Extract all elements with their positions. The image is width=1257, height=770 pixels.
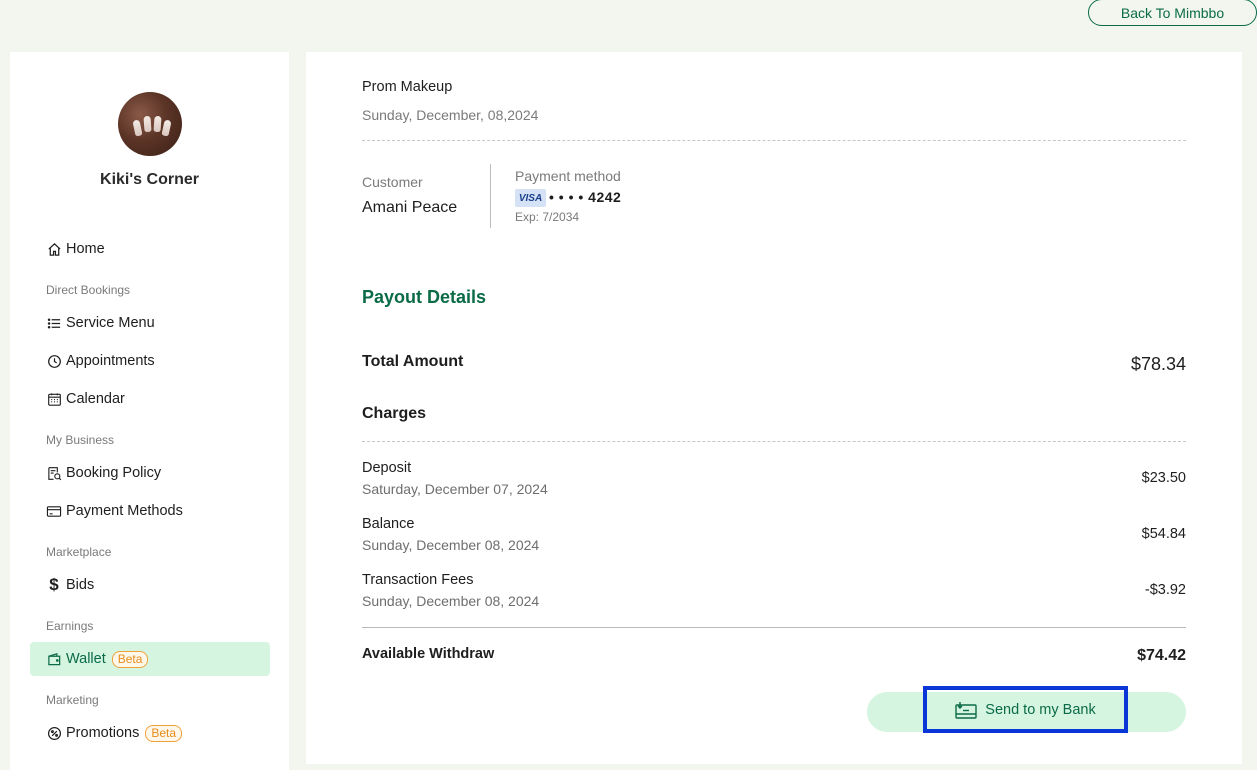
total-amount-label: Total Amount (362, 353, 464, 370)
sidebar: Kiki's Corner Home Direct Bookings Servi… (10, 52, 289, 770)
charges-label: Charges (362, 405, 427, 422)
sidebar-item-label: Wallet (66, 651, 106, 667)
send-to-bank-container: Send to my Bank (867, 686, 1186, 733)
sidebar-item-label: Appointments (66, 353, 155, 369)
beta-badge: Beta (145, 724, 183, 742)
service-title: Prom Makeup (362, 79, 453, 95)
promotion-icon (46, 725, 62, 741)
customer-name: Amani Peace (362, 199, 458, 216)
charge-name: Transaction Fees (362, 572, 474, 588)
list-icon (46, 315, 62, 331)
charge-date: Sunday, December 08, 2024 (362, 537, 540, 553)
sidebar-item-label: Promotions (66, 725, 140, 741)
service-date: Sunday, December, 08,2024 (362, 107, 539, 123)
section-earnings: Earnings (46, 619, 94, 633)
send-to-bank-label: Send to my Bank (985, 701, 1096, 718)
charge-amount: -$3.92 (1144, 582, 1186, 598)
back-to-mimbbo-button[interactable]: Back To Mimbbo (1088, 0, 1257, 26)
total-amount-value: $78.34 (1130, 354, 1186, 374)
section-marketing: Marketing (46, 693, 99, 707)
section-my-business: My Business (46, 433, 115, 447)
sidebar-item-label: Bids (66, 577, 95, 593)
sidebar-item-label: Calendar (66, 391, 125, 407)
payout-details-title: Payout Details (362, 287, 487, 307)
sidebar-item-home[interactable]: Home (30, 232, 270, 266)
sidebar-item-appointments[interactable]: Appointments (30, 344, 270, 378)
section-direct-bookings: Direct Bookings (46, 283, 131, 297)
sidebar-item-payment-methods[interactable]: Payment Methods (30, 494, 270, 528)
policy-icon (46, 465, 62, 481)
avatar (118, 92, 182, 156)
wallet-icon (46, 651, 62, 667)
available-withdraw-value: $74.42 (1137, 647, 1186, 664)
card-number: • • • • 4242 (549, 189, 622, 205)
sidebar-item-promotions[interactable]: Promotions Beta (30, 716, 270, 750)
bank-transfer-icon (955, 700, 977, 720)
dollar-icon: $ (49, 575, 59, 594)
sidebar-item-label: Booking Policy (66, 465, 162, 481)
send-to-bank-button[interactable]: Send to my Bank (923, 686, 1128, 733)
vertical-divider (490, 164, 491, 228)
section-marketplace: Marketplace (46, 545, 112, 559)
divider (362, 627, 1186, 628)
sidebar-item-label: Service Menu (66, 315, 155, 331)
customer-label: Customer (362, 174, 423, 190)
payment-method-label: Payment method (515, 168, 621, 184)
shop-name: Kiki's Corner (100, 171, 199, 188)
sidebar-item-label: Home (66, 241, 105, 257)
charge-date: Saturday, December 07, 2024 (362, 481, 548, 497)
sidebar-item-wallet[interactable]: Wallet Beta (30, 642, 270, 676)
charge-amount: $23.50 (1141, 470, 1186, 486)
home-icon (46, 241, 62, 257)
sidebar-item-calendar[interactable]: Calendar (30, 382, 270, 416)
visa-icon: VISA (515, 189, 546, 207)
charge-name: Deposit (362, 460, 412, 476)
payout-panel: Prom Makeup Sunday, December, 08,2024 Cu… (306, 52, 1242, 764)
divider (362, 441, 1186, 442)
charge-date: Sunday, December 08, 2024 (362, 593, 540, 609)
sidebar-item-bids[interactable]: $ Bids (30, 568, 270, 602)
available-withdraw-label: Available Withdraw (362, 646, 495, 662)
credit-card-icon (46, 503, 62, 519)
clock-icon (46, 353, 62, 369)
sidebar-item-booking-policy[interactable]: Booking Policy (30, 456, 270, 490)
sidebar-item-service-menu[interactable]: Service Menu (30, 306, 270, 340)
calendar-icon (46, 391, 62, 407)
card-expiry: Exp: 7/2034 (515, 210, 580, 224)
divider (362, 140, 1186, 141)
beta-badge: Beta (111, 650, 149, 668)
sidebar-item-label: Payment Methods (66, 503, 183, 519)
charge-amount: $54.84 (1141, 526, 1186, 542)
charge-name: Balance (362, 516, 415, 532)
